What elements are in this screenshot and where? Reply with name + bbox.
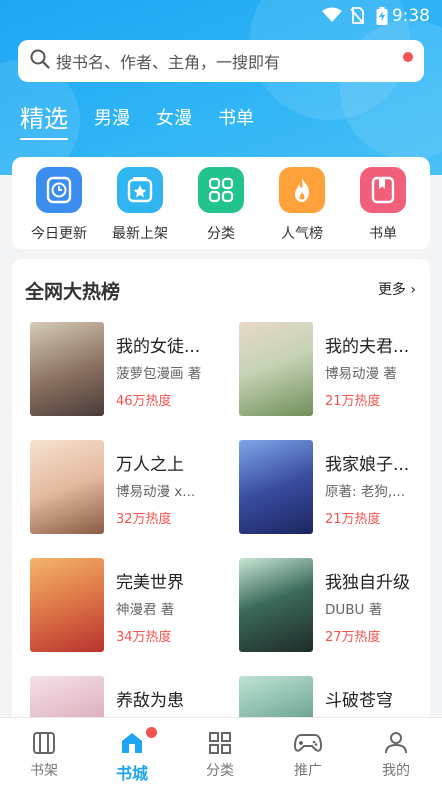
search-icon [30, 49, 50, 73]
tab-male-comics[interactable]: 男漫 [94, 104, 130, 140]
bookstore-icon [119, 727, 157, 756]
no-sim-icon [350, 7, 364, 28]
nav-categories[interactable]: 分类 [176, 718, 264, 786]
quick-link-label: 最新上架 [112, 226, 168, 242]
quick-link-new-arrivals[interactable]: 最新上架 [104, 167, 176, 243]
quick-link-label: 人气榜 [281, 226, 323, 242]
search-placeholder: 搜书名、作者、主角，一搜即有 [56, 53, 281, 72]
book-title: 我的女徒... [116, 337, 201, 357]
book-cover [239, 440, 313, 534]
status-bar: 9:38 [0, 0, 442, 32]
book-title: 我独自升级 [325, 573, 410, 593]
book-cover [30, 440, 104, 534]
quick-links-card: 今日更新 最新上架 分类 人气榜 书单 [12, 157, 430, 249]
nav-profile[interactable]: 我的 [352, 718, 440, 786]
book-author: 菠萝包漫画 著 [116, 366, 202, 382]
battery-charging-icon [376, 7, 388, 29]
quick-link-booklists[interactable]: 书单 [347, 167, 419, 243]
gamepad-icon [294, 730, 322, 756]
book-item[interactable]: 我家娘子... 原著: 老狗,... 21万热度 [239, 440, 430, 540]
book-author: DUBU 著 [325, 602, 383, 618]
more-label: 更多 [377, 282, 406, 298]
book-title: 养敌为患 [116, 691, 184, 711]
section-title: 全网大热榜 [25, 281, 121, 303]
quick-link-label: 分类 [207, 226, 235, 242]
grid-icon [208, 730, 232, 756]
book-item[interactable]: 我的夫君... 博易动漫 著 21万热度 [239, 322, 430, 422]
book-cover [239, 558, 313, 652]
more-link[interactable]: 更多 › [378, 279, 416, 299]
book-item[interactable]: 我的女徒... 菠萝包漫画 著 46万热度 [30, 322, 230, 422]
flame-icon [279, 167, 325, 213]
book-author: 博易动漫 著 [325, 366, 397, 382]
book-item[interactable]: 万人之上 博易动漫 x... 32万热度 [30, 440, 230, 540]
book-item[interactable]: 我独自升级 DUBU 著 27万热度 [239, 558, 430, 658]
nav-label: 推广 [294, 763, 322, 779]
category-tabs: 精选 男漫 女漫 书单 [20, 96, 280, 140]
nav-bookshelf[interactable]: 书架 [0, 718, 88, 786]
book-author: 神漫君 著 [116, 602, 175, 618]
clock-icon [36, 167, 82, 213]
tab-featured[interactable]: 精选 [20, 99, 68, 140]
book-cover [239, 322, 313, 416]
book-popularity: 34万热度 [116, 630, 172, 645]
star-box-icon [117, 167, 163, 213]
wifi-icon [322, 7, 342, 27]
book-cover [30, 558, 104, 652]
tab-booklists[interactable]: 书单 [218, 104, 254, 140]
quick-link-categories[interactable]: 分类 [185, 167, 257, 243]
book-author: 博易动漫 x... [116, 484, 196, 500]
category-icon [198, 167, 244, 213]
status-time: 9:38 [391, 6, 430, 26]
book-popularity: 27万热度 [325, 630, 381, 645]
book-cover [30, 322, 104, 416]
book-title: 完美世界 [116, 573, 184, 593]
book-title: 我的夫君... [325, 337, 410, 357]
nav-label: 书架 [30, 763, 58, 779]
notification-dot [403, 52, 413, 62]
bookshelf-icon [31, 730, 57, 756]
book-item[interactable]: 完美世界 神漫君 著 34万热度 [30, 558, 230, 658]
nav-label: 分类 [206, 763, 234, 779]
book-title: 万人之上 [116, 455, 184, 475]
nav-badge [146, 727, 157, 738]
nav-bookstore[interactable]: 书城 [88, 718, 176, 786]
nav-promotion[interactable]: 推广 [264, 718, 352, 786]
book-popularity: 32万热度 [116, 512, 172, 527]
nav-label: 书城 [115, 764, 148, 783]
quick-link-label: 书单 [369, 226, 397, 242]
nav-label: 我的 [382, 763, 410, 779]
book-popularity: 46万热度 [116, 394, 172, 409]
book-title: 我家娘子... [325, 455, 410, 475]
book-popularity: 21万热度 [325, 512, 381, 527]
book-popularity: 21万热度 [325, 394, 381, 409]
book-author: 原著: 老狗,... [325, 484, 406, 500]
bottom-navigation: 书架 书城 分类 推广 我的 [0, 717, 442, 786]
profile-icon [384, 730, 408, 756]
bookmark-icon [360, 167, 406, 213]
hot-ranking-card: 全网大热榜 更多 › 我的女徒... 菠萝包漫画 著 46万热度 我的夫君...… [12, 259, 430, 729]
search-bar[interactable]: 搜书名、作者、主角，一搜即有 [18, 40, 424, 82]
quick-link-popular-ranking[interactable]: 人气榜 [266, 167, 338, 243]
quick-link-today-updates[interactable]: 今日更新 [23, 167, 95, 243]
chevron-right-icon: › [405, 282, 416, 298]
quick-link-label: 今日更新 [31, 226, 87, 242]
tab-female-comics[interactable]: 女漫 [156, 104, 192, 140]
book-title: 斗破苍穹 [325, 691, 393, 711]
